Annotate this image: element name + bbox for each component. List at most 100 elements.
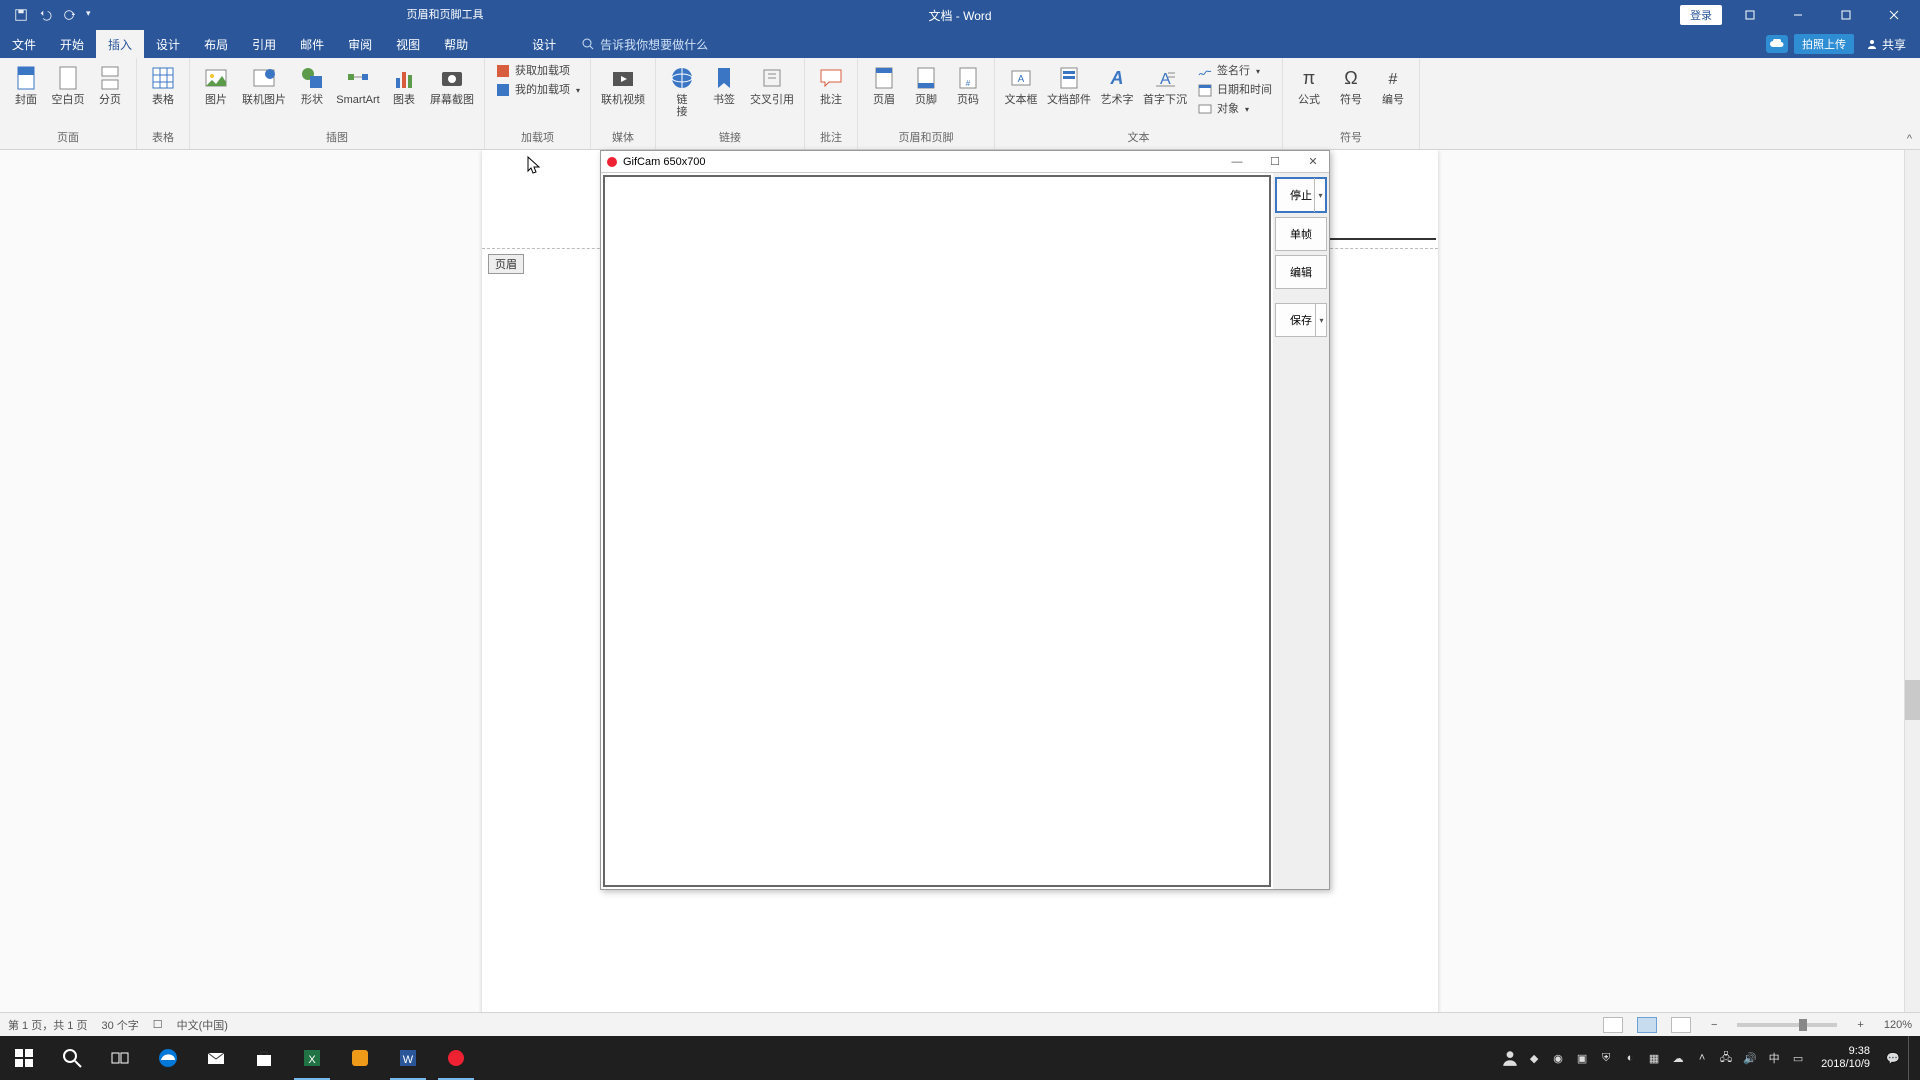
gifcam-taskbar-button[interactable] — [432, 1036, 480, 1080]
tray-chevron-up-icon[interactable]: ˄ — [1693, 1049, 1711, 1067]
date-time-button[interactable]: 日期和时间 — [1193, 81, 1276, 99]
picture-button[interactable]: 图片 — [196, 62, 236, 108]
tray-shield-icon[interactable]: ⛨ — [1597, 1049, 1615, 1067]
ribbon-options-icon[interactable] — [1730, 0, 1770, 30]
zoom-out-button[interactable]: − — [1705, 1019, 1723, 1031]
get-addins-button[interactable]: 获取加载项 — [491, 62, 584, 80]
number-button[interactable]: #编号 — [1373, 62, 1413, 108]
zoom-in-button[interactable]: + — [1851, 1019, 1869, 1031]
action-center-icon[interactable]: 💬 — [1884, 1049, 1902, 1067]
login-button[interactable]: 登录 — [1680, 5, 1722, 25]
tray-icon[interactable]: ☁ — [1669, 1049, 1687, 1067]
cover-page-button[interactable]: 封面 — [6, 62, 46, 108]
smartart-button[interactable]: SmartArt — [334, 62, 382, 108]
zoom-slider[interactable] — [1737, 1023, 1837, 1027]
tab-help[interactable]: 帮助 — [432, 30, 480, 58]
close-icon[interactable] — [1874, 0, 1914, 30]
gifcam-window[interactable]: GifCam 650x700 — ☐ ✕ 停止▾ 单帧 编辑 保存▾ — [600, 150, 1330, 890]
my-addins-button[interactable]: 我的加载项▾ — [491, 81, 584, 99]
tab-mailings[interactable]: 邮件 — [288, 30, 336, 58]
redo-icon[interactable] — [62, 8, 76, 22]
header-button[interactable]: 页眉 — [864, 62, 904, 108]
collapse-ribbon-icon[interactable]: ^ — [1907, 133, 1912, 145]
network-icon[interactable]: 🖧 — [1717, 1049, 1735, 1067]
word-button[interactable]: W — [384, 1036, 432, 1080]
ime-indicator[interactable]: 中 — [1765, 1049, 1783, 1067]
dropcap-button[interactable]: A首字下沉 — [1139, 62, 1191, 108]
zoom-level[interactable]: 120% — [1884, 1019, 1912, 1031]
view-print-layout[interactable] — [1637, 1017, 1657, 1033]
upload-button[interactable]: 拍照上传 — [1766, 34, 1854, 54]
gifcam-edit-button[interactable]: 编辑 — [1275, 255, 1327, 289]
bookmark-button[interactable]: 书签 — [704, 62, 744, 108]
view-read-mode[interactable] — [1603, 1017, 1623, 1033]
gifcam-minimize-icon[interactable]: — — [1221, 156, 1253, 168]
app-orange-button[interactable] — [336, 1036, 384, 1080]
qat-more-icon[interactable]: ▾ — [86, 8, 100, 22]
gifcam-close-icon[interactable]: ✕ — [1297, 155, 1329, 168]
tab-references[interactable]: 引用 — [240, 30, 288, 58]
dropdown-icon[interactable]: ▾ — [1314, 178, 1326, 212]
shapes-button[interactable]: 形状 — [292, 62, 332, 108]
volume-icon[interactable]: 🔊 — [1741, 1049, 1759, 1067]
tab-review[interactable]: 审阅 — [336, 30, 384, 58]
save-icon[interactable] — [14, 8, 28, 22]
tab-contextual-design[interactable]: 设计 — [516, 30, 572, 58]
tab-home[interactable]: 开始 — [48, 30, 96, 58]
scroll-thumb[interactable] — [1905, 680, 1920, 720]
table-button[interactable]: 表格 — [143, 62, 183, 108]
footer-button[interactable]: 页脚 — [906, 62, 946, 108]
tray-icon[interactable]: ◐ — [1621, 1049, 1639, 1067]
dropdown-icon[interactable]: ▾ — [1315, 303, 1327, 337]
status-proofing-icon[interactable]: ☐ — [153, 1018, 163, 1031]
excel-button[interactable]: X — [288, 1036, 336, 1080]
undo-icon[interactable] — [38, 8, 52, 22]
gifcam-capture-area[interactable] — [603, 175, 1271, 887]
quick-parts-button[interactable]: 文档部件 — [1043, 62, 1095, 108]
tray-icon[interactable]: ▣ — [1573, 1049, 1591, 1067]
minimize-icon[interactable] — [1778, 0, 1818, 30]
tab-insert[interactable]: 插入 — [96, 30, 144, 58]
maximize-icon[interactable] — [1826, 0, 1866, 30]
start-button[interactable] — [0, 1036, 48, 1080]
status-language[interactable]: 中文(中国) — [177, 1017, 228, 1033]
zoom-knob[interactable] — [1799, 1019, 1807, 1031]
tray-icon[interactable]: ◉ — [1549, 1049, 1567, 1067]
tab-design[interactable]: 设计 — [144, 30, 192, 58]
clock[interactable]: 9:38 2018/10/9 — [1813, 1045, 1878, 1071]
tab-layout[interactable]: 布局 — [192, 30, 240, 58]
tray-icon[interactable]: ▦ — [1645, 1049, 1663, 1067]
edge-button[interactable] — [144, 1036, 192, 1080]
status-page[interactable]: 第 1 页，共 1 页 — [8, 1017, 87, 1033]
tab-file[interactable]: 文件 — [0, 30, 48, 58]
gifcam-stop-button[interactable]: 停止▾ — [1275, 177, 1327, 213]
search-button[interactable] — [48, 1036, 96, 1080]
tray-icon[interactable]: ◆ — [1525, 1049, 1543, 1067]
object-button[interactable]: 对象▾ — [1193, 100, 1276, 118]
symbol-button[interactable]: Ω符号 — [1331, 62, 1371, 108]
tell-me[interactable]: 告诉我你想要做什么 — [582, 30, 708, 58]
blank-page-button[interactable]: 空白页 — [48, 62, 88, 108]
status-words[interactable]: 30 个字 — [101, 1017, 138, 1033]
mail-button[interactable] — [192, 1036, 240, 1080]
gifcam-save-button[interactable]: 保存▾ — [1275, 303, 1327, 337]
chart-button[interactable]: 图表 — [384, 62, 424, 108]
textbox-button[interactable]: A文本框 — [1001, 62, 1041, 108]
store-button[interactable] — [240, 1036, 288, 1080]
tray-icon[interactable]: ▭ — [1789, 1049, 1807, 1067]
equation-button[interactable]: π公式 — [1289, 62, 1329, 108]
people-icon[interactable] — [1501, 1049, 1519, 1067]
link-button[interactable]: 链 接 — [662, 62, 702, 120]
screenshot-button[interactable]: 屏幕截图 — [426, 62, 478, 108]
share-button[interactable]: 共享 — [1866, 36, 1906, 53]
page-break-button[interactable]: 分页 — [90, 62, 130, 108]
wordart-button[interactable]: A艺术字 — [1097, 62, 1137, 108]
online-video-button[interactable]: 联机视频 — [597, 62, 649, 108]
comment-button[interactable]: 批注 — [811, 62, 851, 108]
page-number-button[interactable]: #页码 — [948, 62, 988, 108]
signature-line-button[interactable]: 签名行▾ — [1193, 62, 1276, 80]
view-web-layout[interactable] — [1671, 1017, 1691, 1033]
gifcam-titlebar[interactable]: GifCam 650x700 — ☐ ✕ — [601, 151, 1329, 173]
vertical-scrollbar[interactable] — [1904, 150, 1920, 1046]
gifcam-frame-button[interactable]: 单帧 — [1275, 217, 1327, 251]
